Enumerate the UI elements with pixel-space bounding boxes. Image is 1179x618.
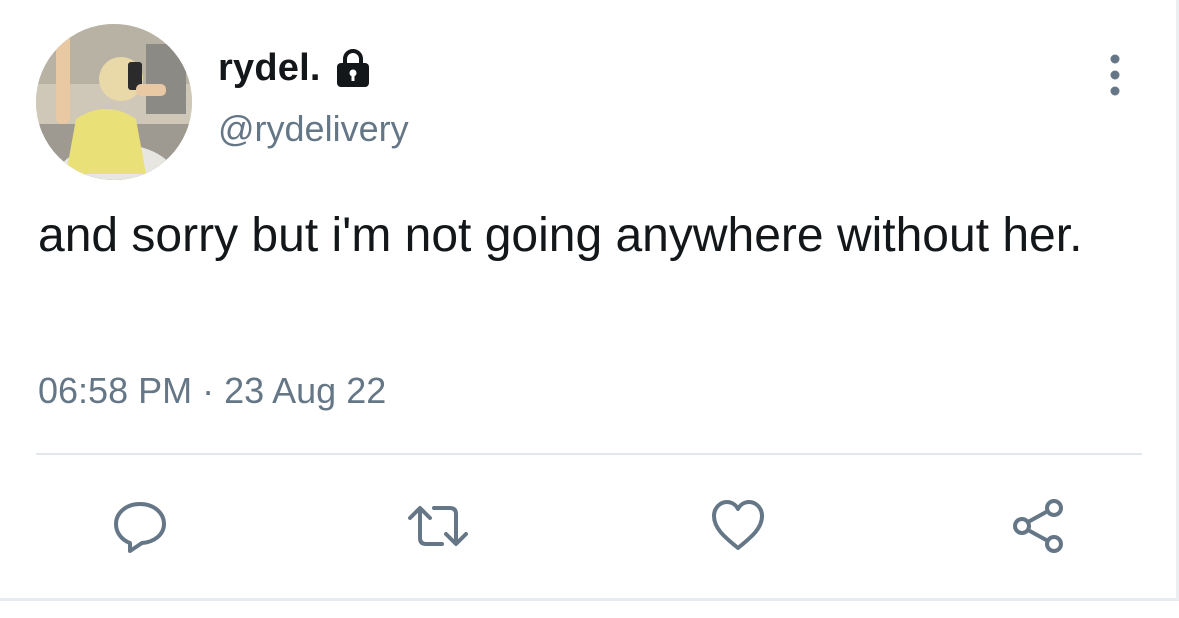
reply-button[interactable]	[108, 496, 172, 560]
like-button[interactable]	[706, 496, 770, 560]
divider	[36, 453, 1142, 455]
avatar[interactable]	[36, 24, 192, 180]
tweet-card: rydel. @rydelivery and sorry but i'm not…	[0, 0, 1179, 618]
lock-icon	[331, 46, 375, 90]
reply-icon	[110, 496, 170, 561]
bottom-divider	[0, 598, 1179, 601]
heart-icon	[708, 496, 768, 561]
avatar-image	[36, 24, 192, 180]
display-name[interactable]: rydel.	[218, 47, 321, 90]
share-icon	[1008, 496, 1068, 561]
tweet-timestamp[interactable]: 06:58 PM · 23 Aug 22	[38, 370, 386, 412]
retweet-icon	[406, 496, 470, 561]
tweet-text: and sorry but i'm not going anywhere wit…	[38, 209, 1083, 262]
user-handle[interactable]: @rydelivery	[218, 108, 409, 150]
more-vertical-icon[interactable]	[1100, 50, 1130, 100]
display-name-row: rydel.	[218, 40, 375, 96]
share-button[interactable]	[1006, 496, 1070, 560]
retweet-button[interactable]	[406, 496, 470, 560]
